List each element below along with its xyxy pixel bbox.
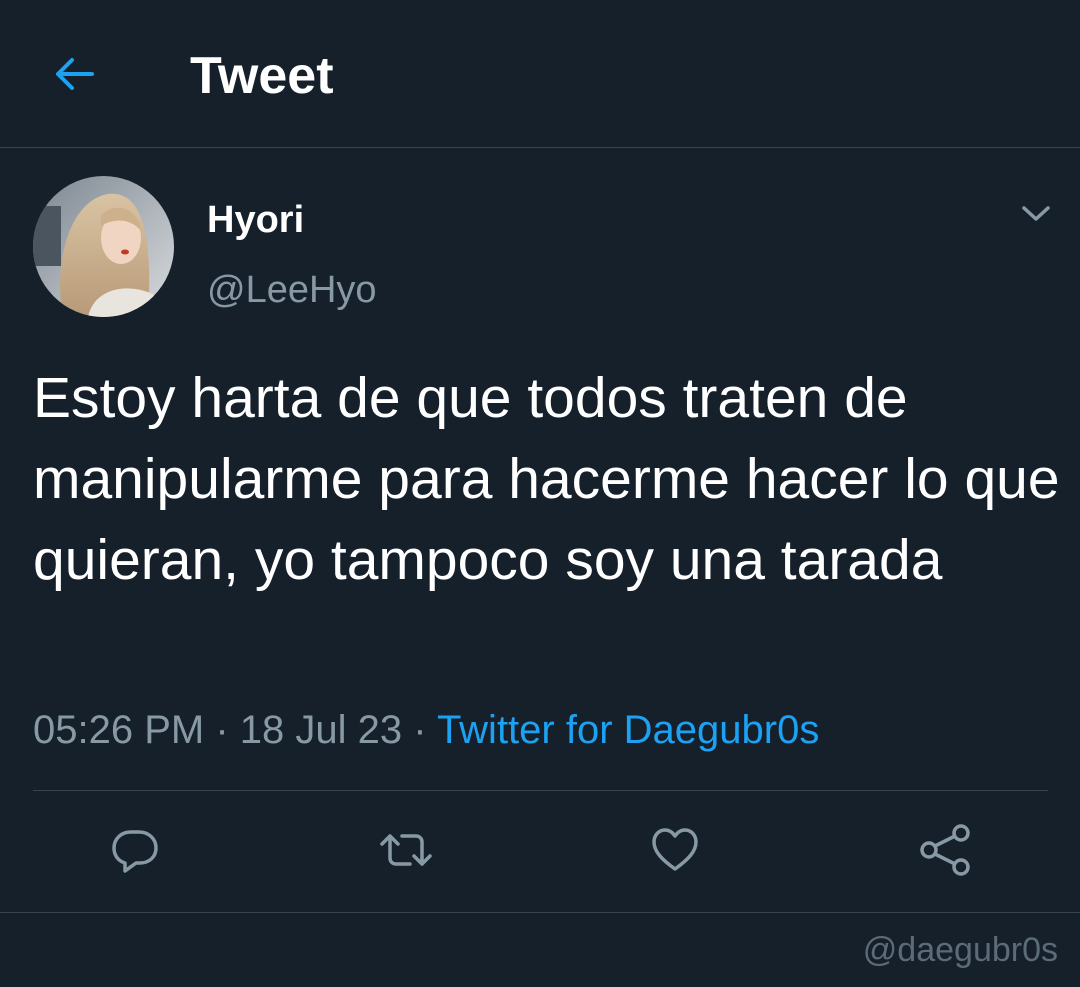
avatar[interactable] — [33, 176, 174, 317]
arrow-left-icon — [52, 56, 96, 97]
divider — [0, 912, 1080, 913]
top-bar: Tweet — [0, 0, 1080, 148]
share-button[interactable] — [913, 820, 977, 884]
tweet-menu-button[interactable] — [1012, 196, 1060, 236]
tweet-time: 05:26 PM — [33, 708, 205, 752]
page-title: Tweet — [190, 47, 334, 105]
tweet-date: 18 Jul 23 — [239, 708, 403, 752]
comment-icon — [109, 824, 161, 881]
divider — [33, 790, 1048, 791]
author-display-name[interactable]: Hyori — [207, 196, 304, 244]
meta-separator: · — [402, 708, 437, 752]
retweet-button[interactable] — [374, 820, 438, 884]
tweet-text: Estoy harta de que todos traten de manip… — [33, 366, 1060, 592]
heart-icon — [649, 824, 701, 881]
tweet-source-link[interactable]: Twitter for Daegubr0s — [437, 708, 819, 752]
like-button[interactable] — [643, 820, 707, 884]
author-handle[interactable]: @LeeHyo — [207, 266, 377, 314]
tweet-meta: 05:26 PM · 18 Jul 23 · Twitter for Daegu… — [33, 704, 819, 756]
retweet-icon — [376, 824, 436, 881]
share-icon — [917, 822, 973, 883]
back-button[interactable] — [46, 48, 102, 104]
watermark: @daegubr0s — [862, 931, 1058, 969]
meta-separator: · — [204, 708, 240, 752]
chevron-down-icon — [1021, 205, 1051, 228]
reply-button[interactable] — [103, 820, 167, 884]
action-bar — [0, 820, 1080, 884]
